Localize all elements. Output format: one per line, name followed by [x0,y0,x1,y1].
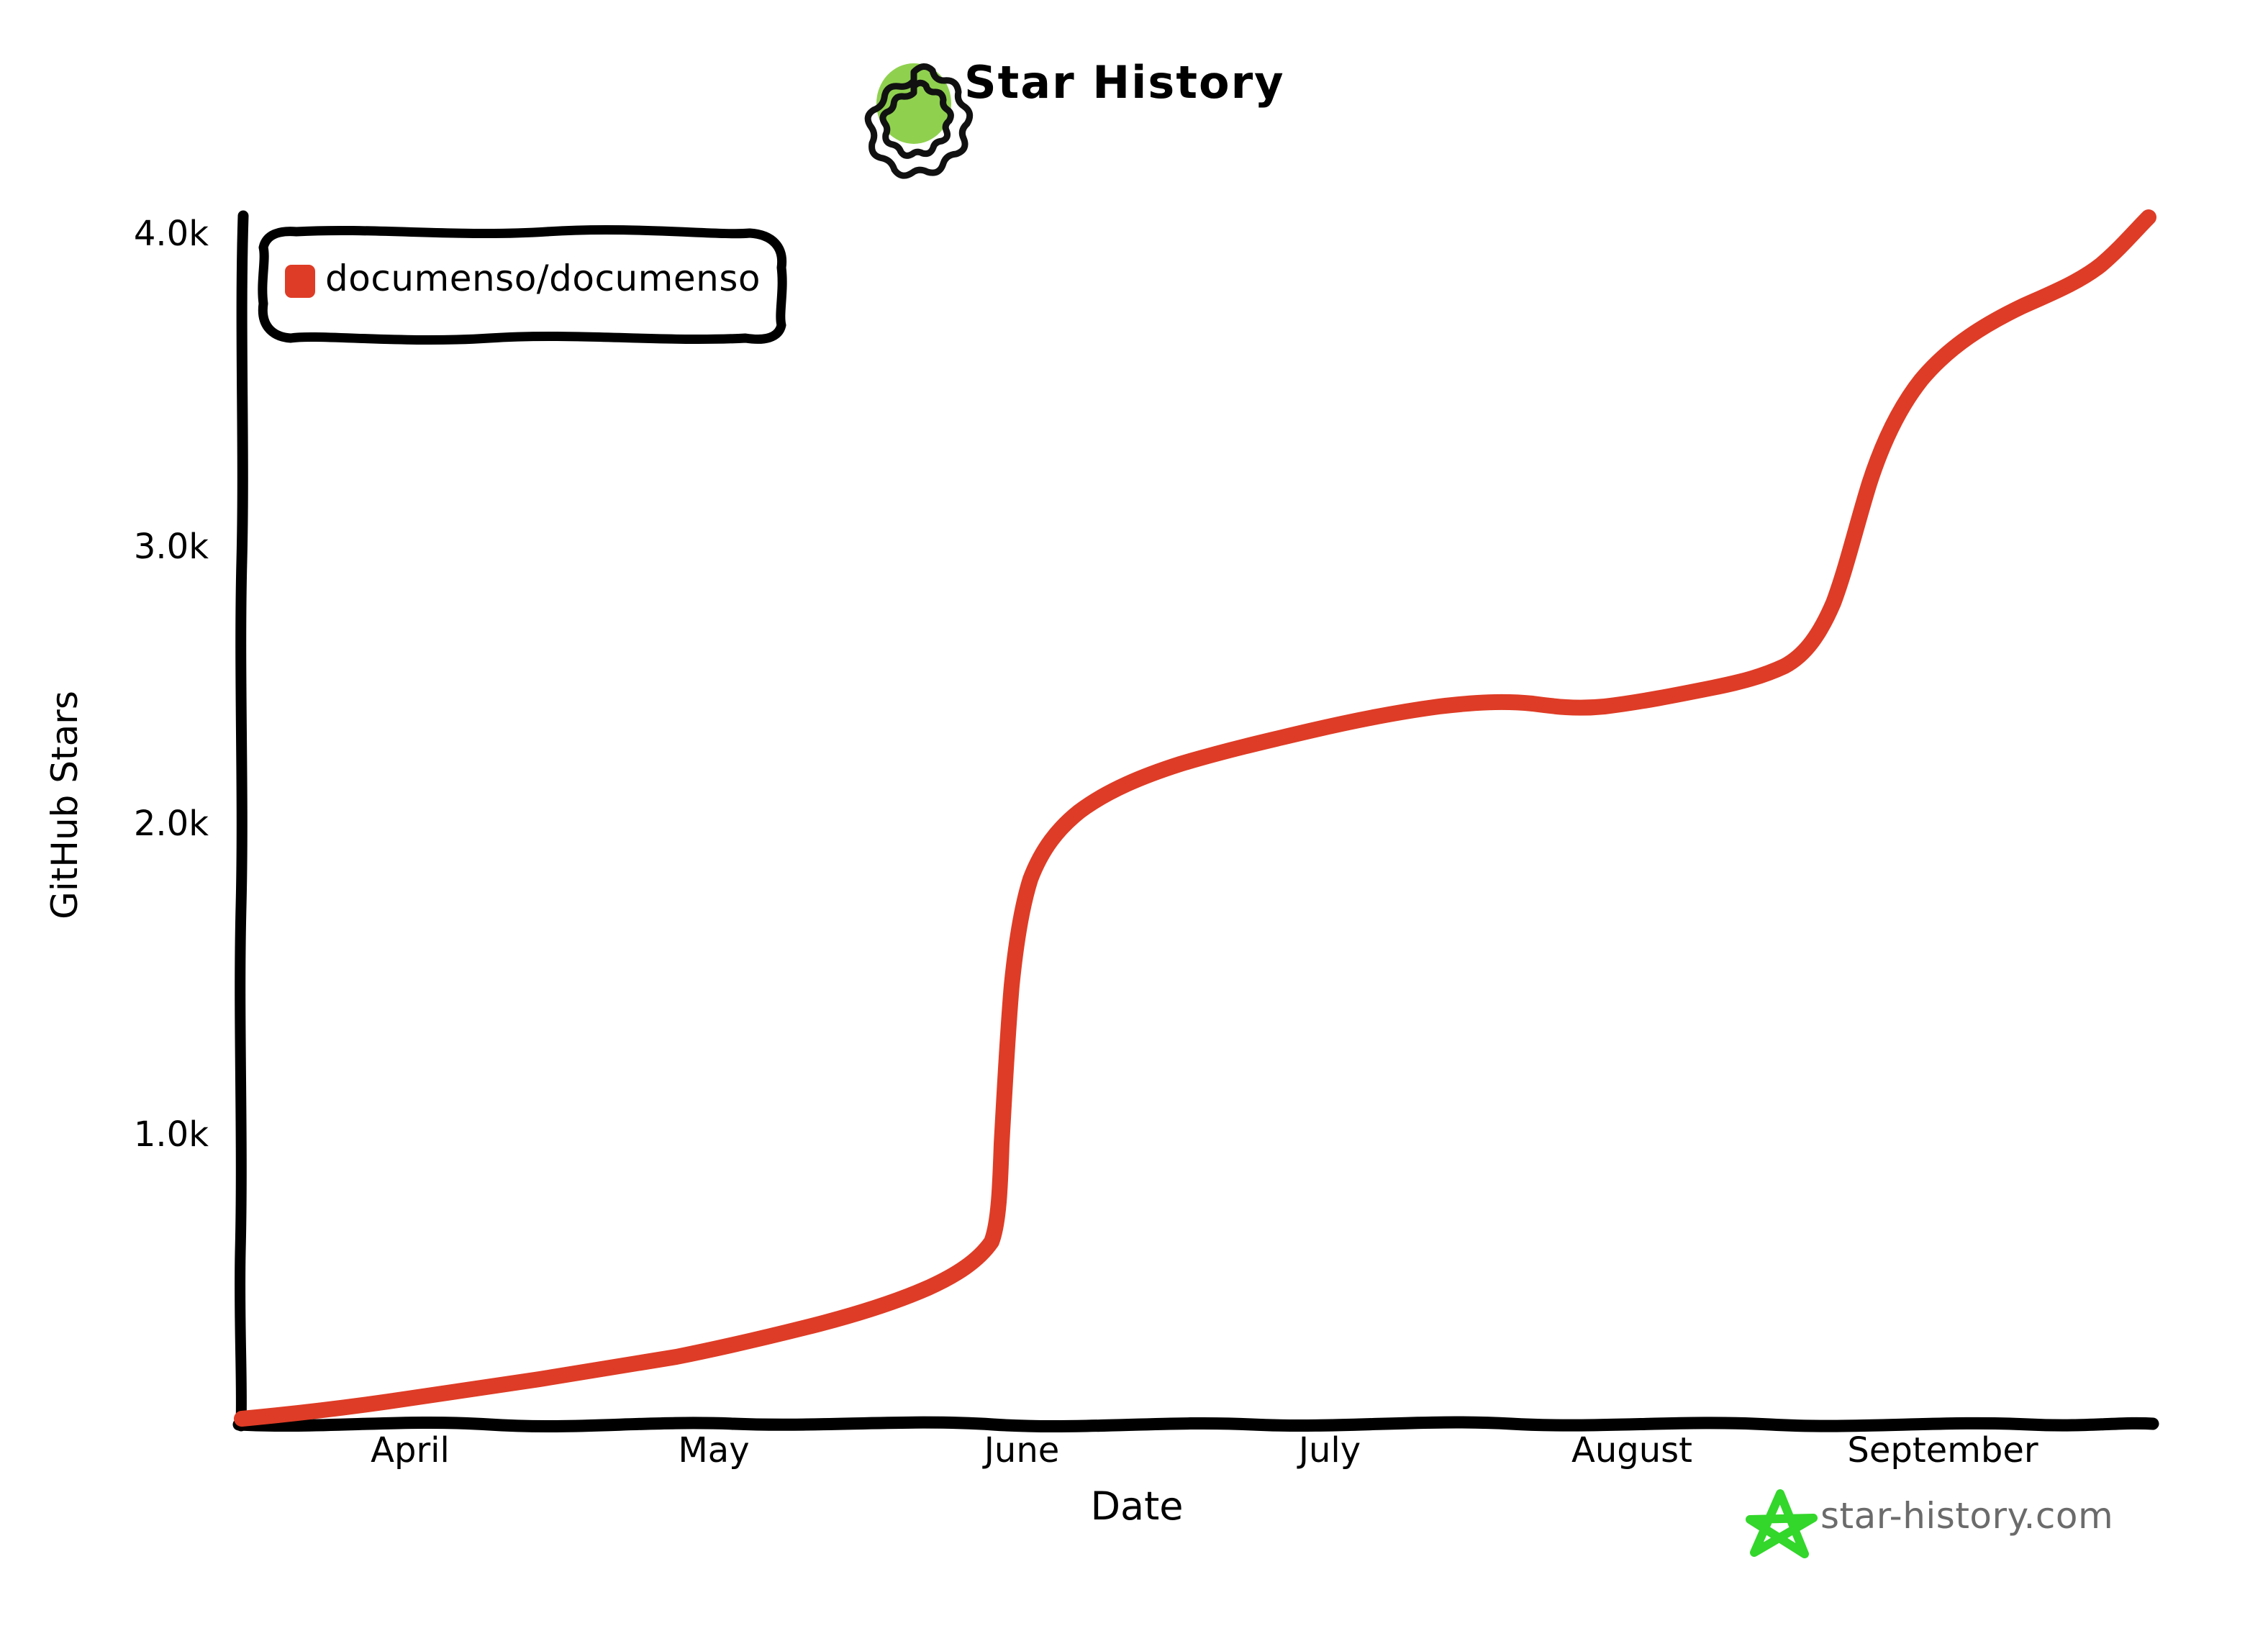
x-tick-label-may: May [678,1430,750,1471]
y-tick-label-3k: 3.0k [133,527,209,567]
chart-canvas [232,63,2159,1558]
x-tick-label-august: August [1571,1430,1692,1471]
y-axis-title: GitHub Stars [44,691,86,919]
x-axis-line [232,1416,2159,1433]
legend-item-label[interactable]: documenso/documenso [325,258,761,299]
y-tick-label-1k: 1.0k [133,1114,209,1155]
y-tick-label-4k: 4.0k [133,214,209,254]
x-tick-label-june: June [984,1430,1060,1471]
watermark-label[interactable]: star-history.com [1820,1495,2113,1537]
y-axis-line [235,210,249,1432]
page-title: Star History [964,56,1285,109]
x-tick-label-april: April [371,1430,450,1471]
star-history-flower-logo [864,63,974,179]
x-tick-label-july: July [1298,1430,1361,1471]
star-history-chart: Star History documenso/documenso 1.0k 2.… [0,0,2268,1636]
x-axis-title: Date [1090,1483,1184,1529]
green-star-icon [1746,1489,1818,1558]
series-line-documenso [234,209,2156,1427]
x-tick-label-september: September [1847,1430,2038,1471]
legend-marker [285,265,315,298]
